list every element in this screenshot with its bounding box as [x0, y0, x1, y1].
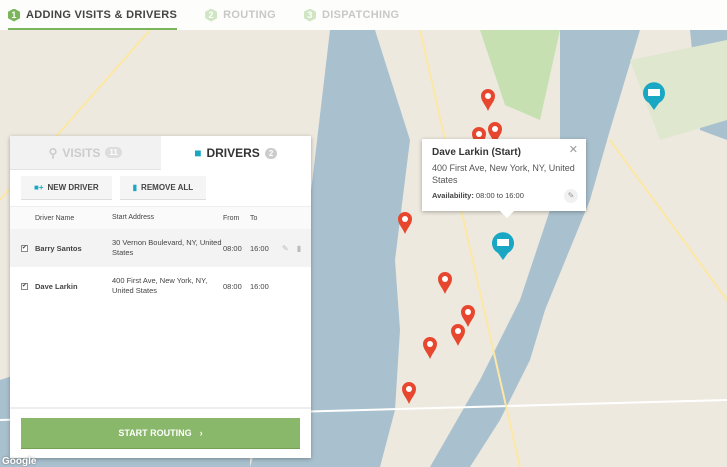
tab-drivers[interactable]: ■ DRIVERS 2 [160, 136, 311, 170]
step-number: 2 [205, 8, 218, 22]
add-truck-icon: ■+ [34, 183, 44, 192]
driver-checkbox[interactable]: ✔ [21, 244, 28, 252]
header-to: To [250, 214, 258, 222]
step-dispatching[interactable]: 3 DISPATCHING [303, 0, 400, 30]
delete-icon[interactable]: ▮ [297, 244, 301, 253]
driver-from: 08:00 [223, 281, 242, 291]
driver-from: 08:00 [223, 243, 242, 253]
table-row[interactable]: ✔ Barry Santos 30 Vernon Boulevard, NY, … [10, 229, 311, 267]
start-routing-button[interactable]: START ROUTING › [21, 418, 300, 449]
chevron-right-icon: › [199, 428, 203, 438]
driver-info-popup: Dave Larkin (Start) 400 First Ave, New Y… [422, 139, 586, 218]
step-label: DISPATCHING [321, 9, 400, 21]
driver-name: Barry Santos [35, 243, 82, 253]
marker-dot [492, 126, 498, 132]
marker-dot [465, 309, 471, 315]
header-from: From [223, 214, 240, 222]
step-routing[interactable]: 2 ROUTING [205, 0, 276, 30]
table-row[interactable]: ✔ Dave Larkin 400 First Ave, New York, N… [10, 267, 311, 305]
popup-availability: Availability: 08:00 to 16:00 [432, 191, 576, 200]
marker-dot [402, 216, 408, 222]
drivers-count-badge: 2 [264, 147, 278, 159]
marker-dot [476, 131, 482, 137]
edit-icon[interactable]: ✎ [564, 189, 578, 203]
popup-address: 400 First Ave, New York, NY, United Stat… [432, 163, 575, 185]
step-label: ADDING VISITS & DRIVERS [26, 9, 178, 21]
driver-address: 400 First Ave, New York, NY, United Stat… [112, 276, 208, 295]
header-driver-name: Driver Name [35, 214, 75, 222]
edit-icon[interactable]: ✎ [282, 244, 289, 253]
driver-to: 16:00 [250, 243, 269, 253]
pin-icon: ⚲ [48, 145, 58, 160]
google-logo: Google [2, 456, 37, 467]
close-icon[interactable]: ✕ [569, 143, 578, 156]
button-label: START ROUTING [118, 428, 192, 438]
tab-label: DRIVERS [206, 146, 260, 160]
button-label: NEW DRIVER [47, 183, 99, 192]
marker-dot [455, 328, 461, 334]
popup-title: Dave Larkin (Start) [432, 147, 521, 158]
wizard-steps: 1 ADDING VISITS & DRIVERS 2 ROUTING 3 DISPA… [0, 0, 727, 30]
step-number: 1 [8, 8, 20, 22]
driver-address: 30 Vernon Boulevard, NY, United States [112, 238, 222, 257]
remove-all-button[interactable]: ▮ REMOVE ALL [119, 176, 207, 200]
table-header: Driver Name Start Address From To [10, 206, 311, 229]
visits-count-badge: 11 [105, 147, 122, 158]
truck-icon [648, 89, 660, 96]
driver-to: 16:00 [250, 281, 269, 291]
driver-name: Dave Larkin [35, 281, 78, 291]
tab-label: VISITS [62, 145, 101, 160]
drivers-panel: ⚲ VISITS 11 ■ DRIVERS 2 ■+ NEW DRIVER ▮ REMOVE… [10, 136, 311, 458]
driver-checkbox[interactable]: ✔ [21, 282, 28, 290]
truck-icon [497, 239, 509, 246]
marker-dot [442, 276, 448, 282]
step-number: 3 [303, 8, 316, 22]
new-driver-button[interactable]: ■+ NEW DRIVER [21, 176, 112, 200]
availability-value: 08:00 to 16:00 [475, 191, 524, 200]
marker-dot [485, 93, 491, 99]
trash-icon: ▮ [132, 183, 138, 192]
button-label: REMOVE ALL [141, 183, 194, 192]
step-label: ROUTING [223, 9, 276, 21]
marker-dot [406, 386, 412, 392]
truck-icon: ■ [194, 146, 202, 160]
header-start-address: Start Address [112, 214, 155, 221]
availability-label: Availability: [432, 191, 474, 200]
step-adding-visits-drivers[interactable]: 1 ADDING VISITS & DRIVERS [8, 0, 178, 30]
tab-visits[interactable]: ⚲ VISITS 11 [10, 136, 161, 170]
marker-dot [427, 341, 433, 347]
